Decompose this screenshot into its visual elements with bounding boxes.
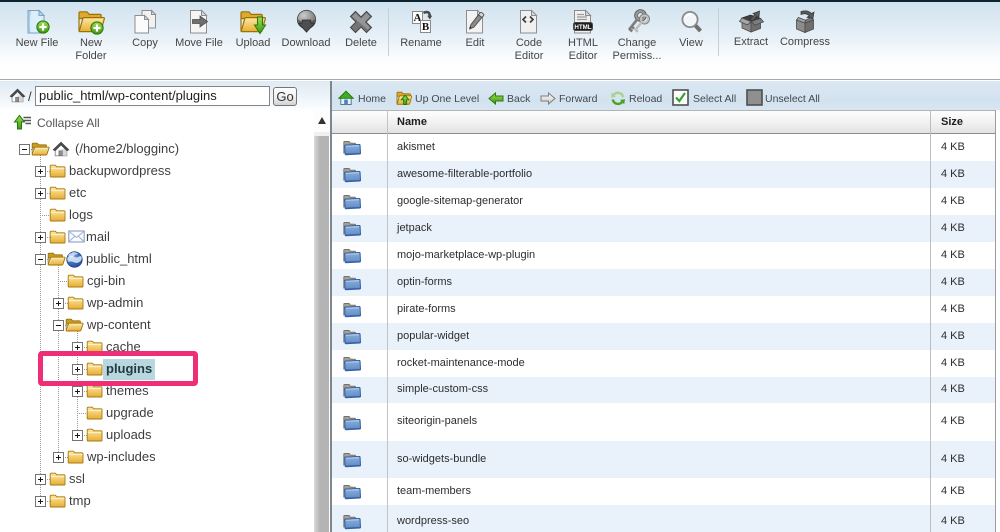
svg-text:B: B xyxy=(422,21,430,33)
svg-text:HTML: HTML xyxy=(574,24,591,31)
